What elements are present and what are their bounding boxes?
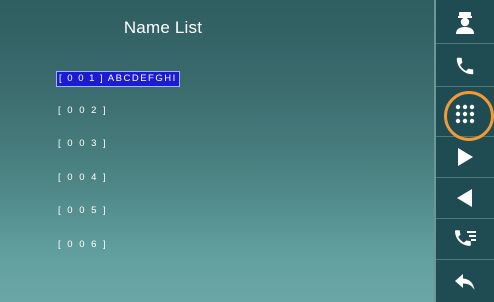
name-list-item-001[interactable]: [ 0 0 1 ] ABCDEFGHI — [56, 71, 180, 87]
name-list-item-006[interactable]: [ 0 0 6 ] — [56, 238, 110, 252]
name-list-panel: Name List [ 0 0 1 ] ABCDEFGHI [ 0 0 2 ] … — [0, 0, 442, 302]
sidebar-divider — [436, 43, 494, 44]
name-list-item-005[interactable]: [ 0 0 5 ] — [56, 204, 110, 218]
sidebar-divider — [436, 136, 494, 137]
keypad-icon — [455, 104, 475, 124]
play-forward-icon — [458, 148, 473, 166]
name-list-item-004[interactable]: [ 0 0 4 ] — [56, 171, 110, 185]
sidebar-divider — [436, 86, 494, 87]
back-arrow-icon — [455, 274, 475, 290]
name-list-item-003[interactable]: [ 0 0 3 ] — [56, 137, 110, 151]
phone-call-icon — [456, 57, 474, 75]
previous-button[interactable] — [436, 180, 494, 216]
intercom-screen: Name List [ 0 0 1 ] ABCDEFGHI [ 0 0 2 ] … — [0, 0, 494, 302]
page-title: Name List — [123, 18, 203, 37]
next-button[interactable] — [436, 139, 494, 175]
name-list-item-002[interactable]: [ 0 0 2 ] — [56, 104, 110, 118]
back-button[interactable] — [436, 264, 494, 300]
call-log-icon — [455, 230, 476, 246]
sidebar-divider — [436, 218, 494, 219]
keypad-button[interactable] — [436, 96, 494, 132]
sidebar-divider — [436, 259, 494, 260]
guard-button[interactable] — [436, 5, 494, 41]
sidebar — [434, 0, 494, 302]
call-button[interactable] — [436, 48, 494, 84]
play-back-icon — [457, 189, 472, 207]
guard-icon — [456, 12, 474, 34]
call-log-button[interactable] — [436, 221, 494, 257]
sidebar-divider — [436, 177, 494, 178]
